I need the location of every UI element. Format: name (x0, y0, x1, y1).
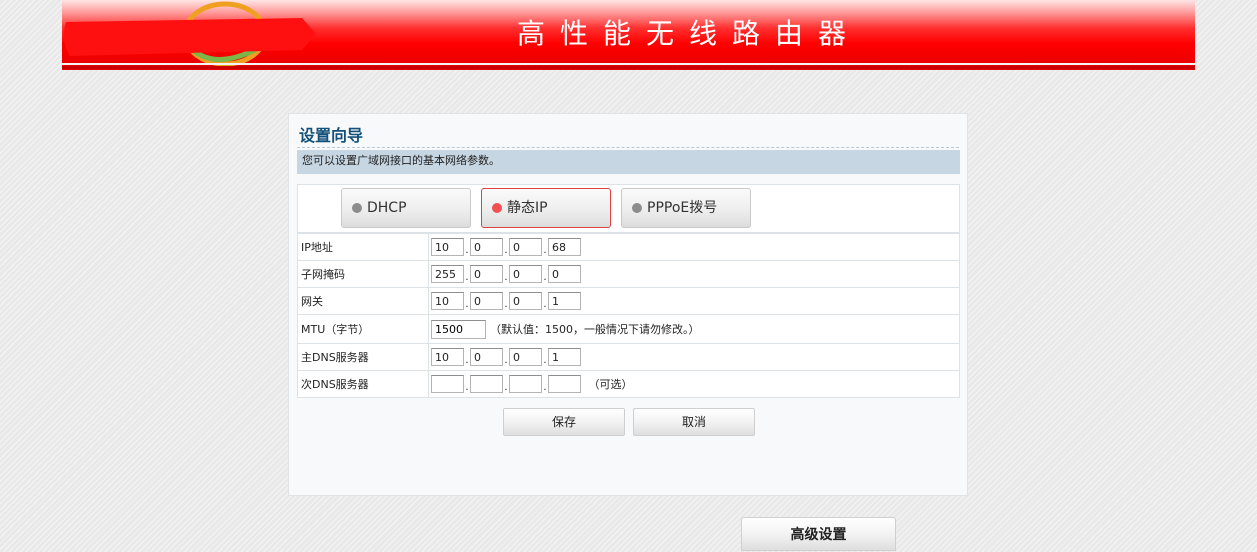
save-button[interactable]: 保存 (503, 408, 625, 436)
dns2-octet-2-input[interactable] (470, 375, 503, 393)
gateway-value: ... (428, 287, 960, 315)
ip-octet-3-input[interactable] (509, 238, 542, 256)
dns1-octet-4-input[interactable] (548, 348, 581, 366)
form-row-dns2: 次DNS服务器 ... （可选） (297, 370, 960, 398)
mask-octet-4-input[interactable] (548, 265, 581, 283)
form-row-mtu: MTU（字节） （默认值：1500，一般情况下请勿修改。） (297, 314, 960, 344)
radio-dot-selected-icon (492, 203, 502, 213)
form-row-mask: 子网掩码 ... (297, 260, 960, 288)
setup-wizard-panel: 设置向导 您可以设置广域网接口的基本网络参数。 DHCP 静态IP PPPoE拨… (288, 113, 968, 496)
gateway-group: ... (431, 292, 581, 310)
form-row-ip: IP地址 ... (297, 233, 960, 261)
brand-logo (62, 0, 322, 66)
field-label: MTU（字节） (297, 314, 429, 344)
field-label: IP地址 (297, 233, 429, 261)
mode-label: PPPoE拨号 (647, 200, 718, 216)
ip-address-group: ... (431, 238, 581, 256)
ip-octet-2-input[interactable] (470, 238, 503, 256)
field-label: 子网掩码 (297, 260, 429, 288)
field-label: 主DNS服务器 (297, 343, 429, 371)
dns1-octet-1-input[interactable] (431, 348, 464, 366)
mask-octet-3-input[interactable] (509, 265, 542, 283)
mode-pppoe-button[interactable]: PPPoE拨号 (621, 188, 751, 228)
mtu-input[interactable] (431, 319, 486, 339)
subnet-mask-value: ... (428, 260, 960, 288)
optional-hint: （可选） (588, 378, 633, 391)
connection-mode-selector: DHCP 静态IP PPPoE拨号 (297, 184, 960, 233)
description-bar: 您可以设置广域网接口的基本网络参数。 (297, 150, 960, 174)
mask-octet-2-input[interactable] (470, 265, 503, 283)
form-row-gateway: 网关 ... (297, 287, 960, 315)
primary-dns-value: ... (428, 343, 960, 371)
header-divider-red (62, 66, 1195, 69)
mode-dhcp-button[interactable]: DHCP (341, 188, 471, 228)
subnet-mask-group: ... (431, 265, 581, 283)
mode-label: DHCP (367, 200, 407, 216)
mode-static-ip-button[interactable]: 静态IP (481, 188, 611, 228)
gateway-octet-3-input[interactable] (509, 292, 542, 310)
dns1-octet-2-input[interactable] (470, 348, 503, 366)
dns2-octet-4-input[interactable] (548, 375, 581, 393)
field-label: 网关 (297, 287, 429, 315)
field-label: 次DNS服务器 (297, 370, 429, 398)
mtu-value: （默认值：1500，一般情况下请勿修改。） (428, 314, 960, 344)
title-divider (297, 147, 959, 148)
form-row-dns1: 主DNS服务器 ... (297, 343, 960, 371)
mtu-hint: （默认值：1500，一般情况下请勿修改。） (490, 323, 700, 336)
radio-dot-icon (352, 203, 362, 213)
gateway-octet-2-input[interactable] (470, 292, 503, 310)
secondary-dns-group: ... (431, 375, 581, 393)
dns2-octet-3-input[interactable] (509, 375, 542, 393)
radio-dot-icon (632, 203, 642, 213)
panel-title: 设置向导 (299, 126, 364, 145)
advanced-settings-button[interactable]: 高级设置 (741, 517, 896, 551)
static-ip-form: IP地址 ... 子网掩码 ... 网关 ... M (297, 233, 960, 398)
ip-octet-1-input[interactable] (431, 238, 464, 256)
gateway-octet-1-input[interactable] (431, 292, 464, 310)
cancel-button[interactable]: 取消 (633, 408, 755, 436)
dns2-octet-1-input[interactable] (431, 375, 464, 393)
header-banner: 高性能无线路由器 (62, 0, 1195, 70)
mask-octet-1-input[interactable] (431, 265, 464, 283)
gateway-octet-4-input[interactable] (548, 292, 581, 310)
ip-address-value: ... (428, 233, 960, 261)
ip-octet-4-input[interactable] (548, 238, 581, 256)
mode-label: 静态IP (507, 200, 548, 216)
header-divider (62, 63, 1195, 65)
secondary-dns-value: ... （可选） (428, 370, 960, 398)
dns1-octet-3-input[interactable] (509, 348, 542, 366)
header-title: 高性能无线路由器 (517, 17, 862, 50)
primary-dns-group: ... (431, 348, 581, 366)
